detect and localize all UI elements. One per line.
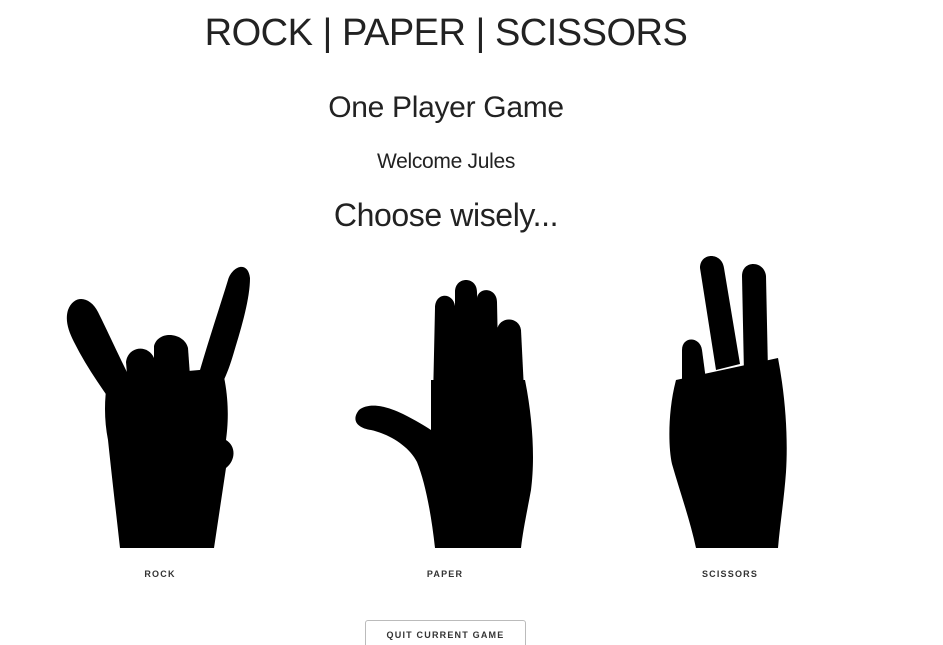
rock-horns-hand-icon <box>66 266 250 548</box>
game-mode-title: One Player Game <box>328 91 564 124</box>
choice-scissors[interactable]: SCISSORS <box>620 250 840 579</box>
game-page: ROCK | PAPER | SCISSORS One Player Game … <box>0 0 943 645</box>
site-title: ROCK | PAPER | SCISSORS <box>204 12 688 54</box>
choice-paper[interactable]: PAPER <box>335 250 555 579</box>
choice-prompt: Choose wisely... <box>333 197 559 233</box>
choice-label-scissors: SCISSORS <box>701 569 759 579</box>
scissors-peace-hand-icon <box>669 256 787 548</box>
choice-label-rock: ROCK <box>144 569 176 579</box>
quit-game-button[interactable]: QUIT CURRENT GAME <box>365 620 526 645</box>
welcome-message: Welcome Jules <box>376 150 516 173</box>
choice-label-paper: PAPER <box>426 569 464 579</box>
paper-open-hand-icon <box>355 280 533 548</box>
choice-rock[interactable]: ROCK <box>50 250 270 579</box>
